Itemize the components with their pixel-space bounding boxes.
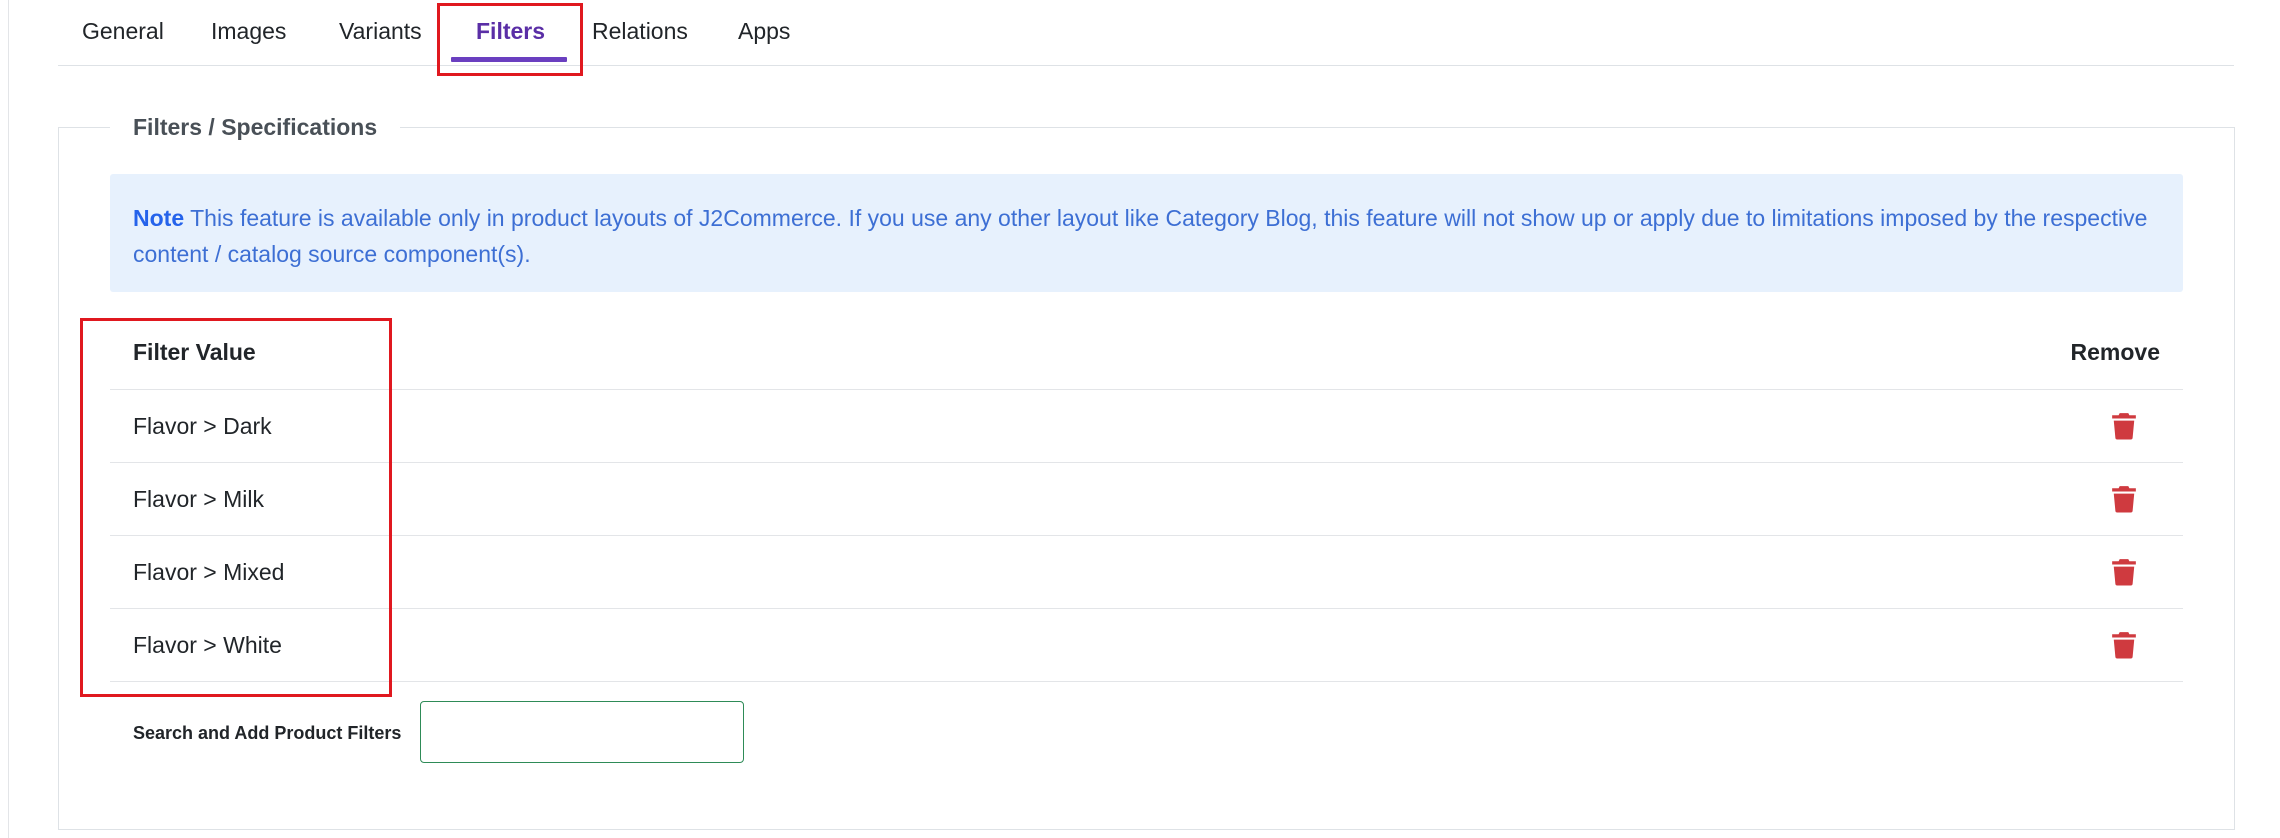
note-label: Note [133, 205, 185, 231]
tab-filters[interactable]: Filters [476, 0, 545, 62]
table-row: Flavor > Dark [110, 390, 2183, 463]
tab-relations[interactable]: Relations [592, 0, 688, 62]
note-alert: Note This feature is available only in p… [110, 174, 2183, 292]
filters-table: Filter Value Remove Flavor > Dark Flavor… [110, 316, 2183, 682]
trash-icon[interactable] [2111, 631, 2137, 659]
filter-value: Flavor > White [133, 632, 282, 658]
active-tab-indicator [451, 57, 567, 62]
tab-images[interactable]: Images [211, 0, 286, 62]
search-filters-input[interactable] [420, 701, 744, 763]
tab-variants[interactable]: Variants [339, 0, 422, 62]
trash-icon[interactable] [2111, 558, 2137, 586]
trash-icon[interactable] [2111, 485, 2137, 513]
filter-value-header: Filter Value [133, 339, 256, 365]
tab-apps[interactable]: Apps [738, 0, 790, 62]
table-row: Flavor > Milk [110, 463, 2183, 536]
note-text: This feature is available only in produc… [133, 205, 2148, 267]
filter-value: Flavor > Dark [133, 413, 272, 439]
tab-general[interactable]: General [82, 0, 164, 62]
page-left-border [8, 0, 9, 838]
search-filters-label: Search and Add Product Filters [133, 723, 402, 743]
trash-icon[interactable] [2111, 412, 2137, 440]
table-header-row: Filter Value Remove [110, 316, 2183, 390]
remove-header: Remove [2070, 339, 2160, 365]
tab-bar: General Images Variants Filters Relation… [58, 0, 2234, 66]
filter-value: Flavor > Milk [133, 486, 264, 512]
table-row: Flavor > White [110, 609, 2183, 682]
filter-value: Flavor > Mixed [133, 559, 285, 585]
fieldset-legend: Filters / Specifications [110, 112, 401, 142]
table-row: Flavor > Mixed [110, 536, 2183, 609]
